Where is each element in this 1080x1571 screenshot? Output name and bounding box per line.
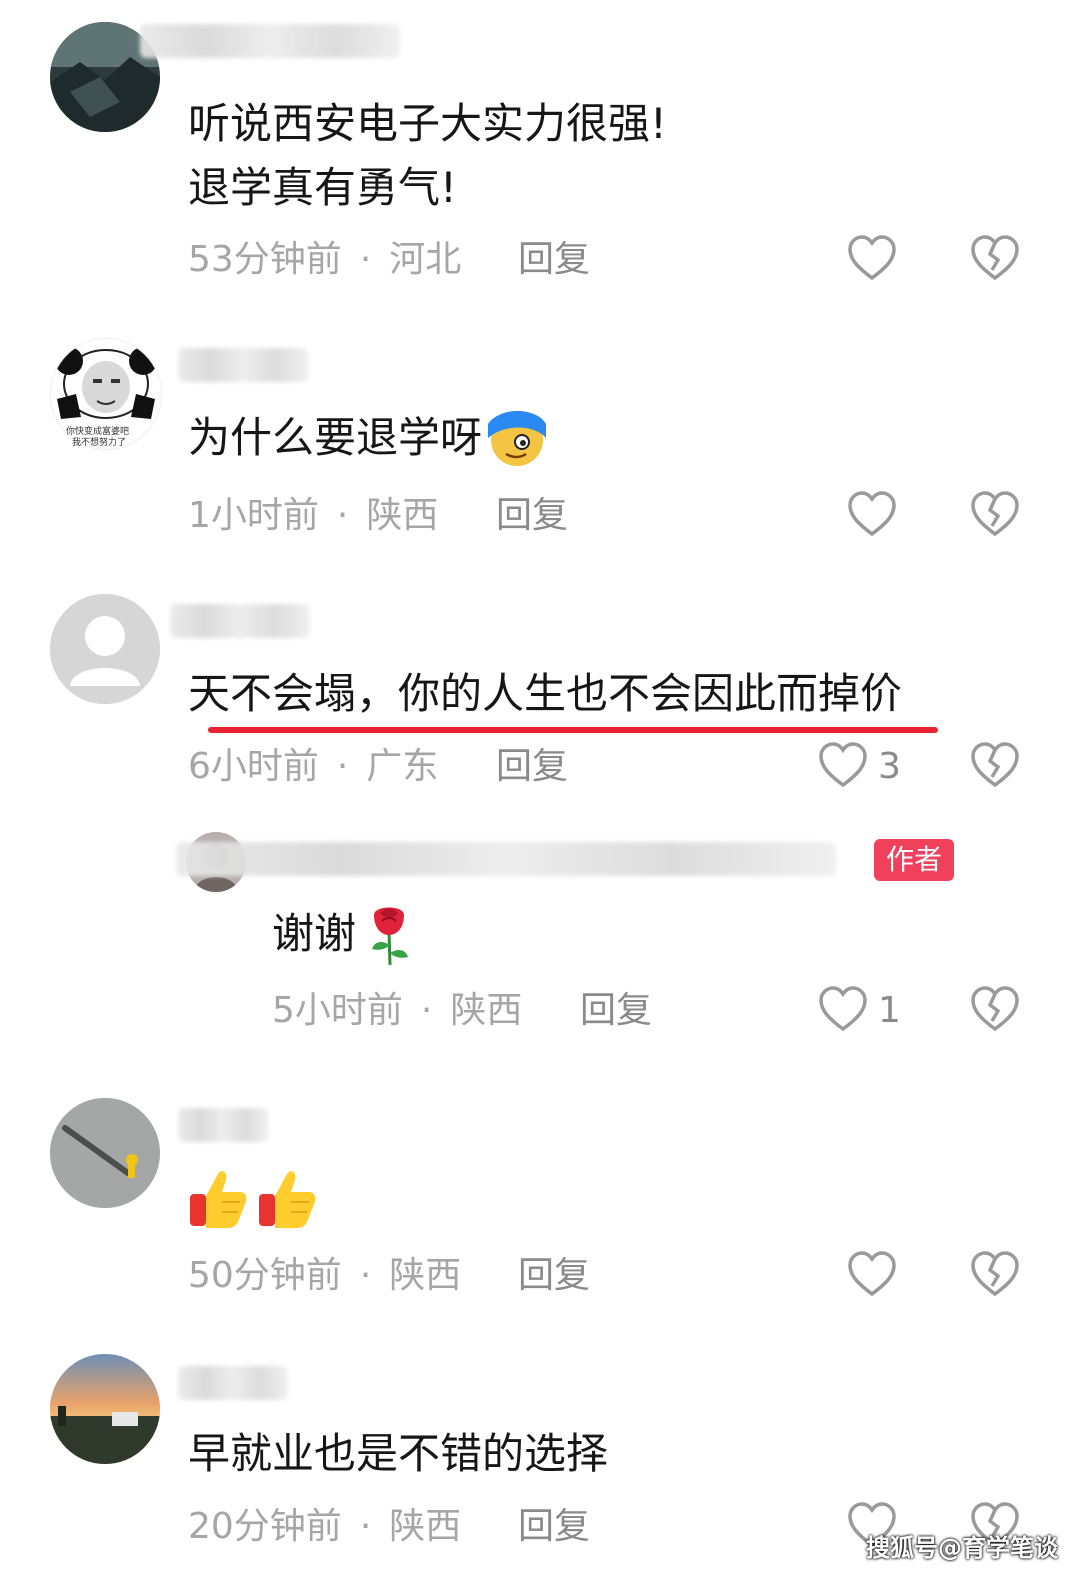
comment-time: 20分钟前 bbox=[188, 1506, 342, 1547]
like-button[interactable] bbox=[818, 985, 868, 1035]
broken-heart-icon bbox=[971, 986, 1019, 1032]
comment-time: 50分钟前 bbox=[188, 1255, 342, 1296]
reply-location: 陕西 bbox=[450, 990, 523, 1031]
face-emoji-icon bbox=[488, 410, 547, 466]
reply-time: 5小时前 bbox=[272, 990, 403, 1031]
like-button[interactable] bbox=[847, 1250, 897, 1300]
thumbs-up-emoji-icon bbox=[190, 1171, 247, 1228]
comment-time: 1小时前 bbox=[188, 495, 319, 536]
reply-button[interactable]: 回复 bbox=[518, 1505, 590, 1549]
comment-text: 天不会塌，你的人生也不会因此而掉价 bbox=[188, 669, 903, 718]
reply-button[interactable]: 回复 bbox=[518, 1254, 590, 1298]
reply-button[interactable]: 回复 bbox=[496, 494, 568, 538]
reply-button[interactable]: 回复 bbox=[518, 238, 590, 282]
comment-emoji-row bbox=[188, 1168, 317, 1230]
broken-heart-icon bbox=[971, 235, 1019, 281]
username-blurred bbox=[178, 1366, 288, 1400]
username-blurred bbox=[170, 604, 310, 638]
comment-meta: 1小时前 · 陕西 bbox=[188, 495, 439, 536]
comment-text: 早就业也是不错的选择 bbox=[188, 1429, 609, 1478]
reply-meta: 5小时前 · 陕西 bbox=[272, 990, 523, 1031]
avatar-sunset-icon bbox=[50, 1354, 160, 1464]
dislike-button[interactable] bbox=[970, 985, 1020, 1035]
comment-location: 河北 bbox=[389, 239, 462, 280]
comment-text-line-1: 听说西安电子大实力很强! bbox=[188, 99, 667, 148]
heart-icon bbox=[848, 235, 896, 281]
broken-heart-icon bbox=[971, 742, 1019, 788]
like-count: 3 bbox=[878, 746, 901, 787]
comment-location: 广东 bbox=[366, 746, 439, 787]
like-button[interactable] bbox=[847, 234, 897, 284]
heart-icon bbox=[819, 742, 867, 788]
comment-text: 为什么要退学呀 bbox=[188, 406, 550, 470]
default-person-icon bbox=[50, 594, 160, 704]
thumbs-up-emoji-icon bbox=[259, 1171, 316, 1228]
heart-icon bbox=[819, 986, 867, 1032]
like-button[interactable] bbox=[847, 490, 897, 540]
avatar[interactable] bbox=[50, 1354, 160, 1464]
comment-location: 陕西 bbox=[389, 1506, 462, 1547]
reply-button[interactable]: 回复 bbox=[580, 989, 652, 1033]
heart-icon bbox=[848, 1251, 896, 1297]
watermark: 搜狐号@育学笔谈 bbox=[866, 1534, 1058, 1562]
reply-text-content: 谢谢 bbox=[272, 909, 357, 958]
author-badge: 作者 bbox=[874, 839, 955, 881]
avatar-caption-2: 我不想努力了 bbox=[72, 438, 127, 448]
like-count: 1 bbox=[878, 990, 901, 1031]
username-blurred bbox=[178, 348, 308, 382]
dislike-button[interactable] bbox=[970, 741, 1020, 791]
reply-text: 谢谢 bbox=[272, 902, 414, 967]
highlight-underline bbox=[208, 727, 938, 733]
username-blurred bbox=[178, 1108, 268, 1142]
comment-text-content: 为什么要退学呀 bbox=[188, 413, 483, 462]
comment-location: 陕西 bbox=[389, 1255, 462, 1296]
comment-text-line-2: 退学真有勇气! bbox=[188, 163, 457, 212]
broken-heart-icon bbox=[971, 491, 1019, 537]
avatar[interactable] bbox=[50, 1098, 160, 1208]
comment-time: 53分钟前 bbox=[188, 239, 342, 280]
avatar-shadow-ground-icon bbox=[50, 1098, 160, 1208]
username-blurred bbox=[140, 24, 400, 58]
broken-heart-icon bbox=[971, 1251, 1019, 1297]
comment-meta: 53分钟前 · 河北 bbox=[188, 239, 462, 280]
heart-icon bbox=[848, 491, 896, 537]
dislike-button[interactable] bbox=[970, 490, 1020, 540]
comment-meta: 6小时前 · 广东 bbox=[188, 746, 439, 787]
comment-meta: 20分钟前 · 陕西 bbox=[188, 1506, 462, 1547]
rose-emoji-icon bbox=[372, 907, 409, 965]
like-button[interactable] bbox=[818, 741, 868, 791]
dislike-button[interactable] bbox=[970, 1250, 1020, 1300]
avatar[interactable] bbox=[50, 594, 160, 704]
comment-location: 陕西 bbox=[366, 495, 439, 536]
reply-button[interactable]: 回复 bbox=[496, 745, 568, 789]
comment-meta: 50分钟前 · 陕西 bbox=[188, 1255, 462, 1296]
dislike-button[interactable] bbox=[970, 234, 1020, 284]
comment-time: 6小时前 bbox=[188, 746, 319, 787]
username-blurred bbox=[176, 842, 836, 876]
